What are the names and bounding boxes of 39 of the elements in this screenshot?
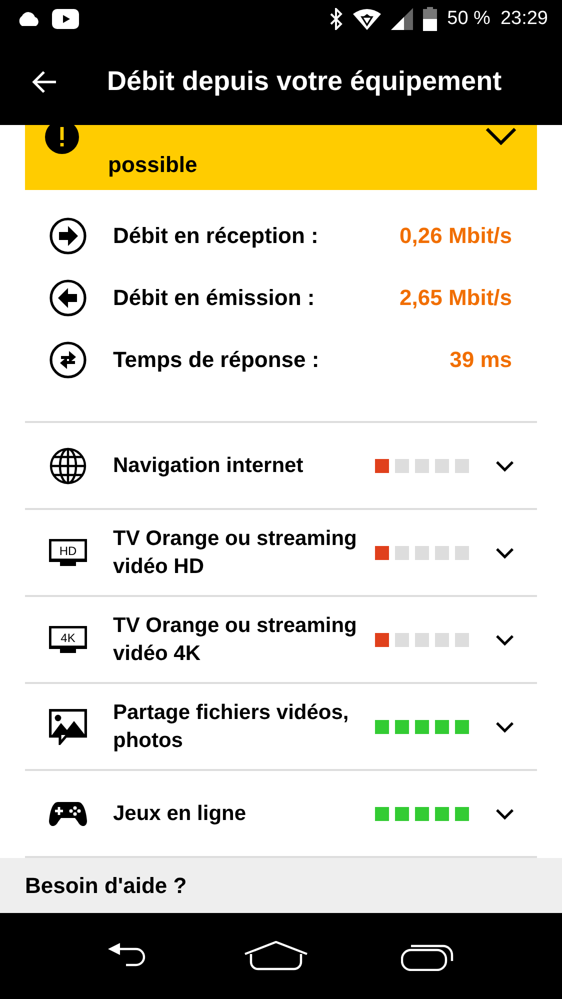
measure-value: 2,65 Mbit/s (400, 285, 512, 311)
back-arrow-icon (31, 70, 57, 94)
image-icon (49, 708, 87, 744)
globe-icon (49, 446, 87, 484)
measure-value: 0,26 Mbit/s (400, 223, 512, 249)
swap-arrows-icon (49, 341, 87, 379)
usage-label: Partage fichiers vidéos, photos (113, 700, 350, 754)
chevron-icon (495, 720, 515, 732)
usage-label: TV Orange ou streaming vidéo HD (113, 526, 358, 580)
battery-level: 50 % (447, 8, 490, 30)
clock: 23:29 (500, 8, 548, 30)
help-title: Besoin d'aide ? (25, 872, 187, 898)
tv-label: HD (59, 544, 77, 558)
measure-label: Débit en émission : (113, 285, 316, 311)
measure-value: 39 ms (450, 347, 512, 373)
usage-row[interactable]: HD TV Orange ou streaming vidéo HD (25, 510, 537, 597)
usage-row[interactable]: Partage fichiers vidéos, photos (25, 684, 537, 771)
chevron-icon (495, 808, 515, 820)
video-icon (52, 9, 79, 29)
screen-title: Débit depuis votre équipement (107, 66, 502, 97)
help-bar[interactable]: Besoin d'aide ? (0, 858, 562, 913)
signal-icon (391, 8, 414, 30)
wifi-icon (353, 8, 382, 30)
bluetooth-icon (329, 8, 344, 30)
usage-label: Jeux en ligne (113, 800, 248, 827)
chevron-icon (495, 546, 515, 558)
gamepad-icon (49, 800, 87, 826)
tv-label: 4K (60, 630, 76, 644)
usage-row[interactable]: Navigation internet (25, 423, 537, 510)
measure-label: Temps de réponse : (113, 347, 320, 373)
measure-label: Débit en réception : (113, 223, 320, 249)
chevron-icon (495, 460, 515, 472)
chevron-icon (495, 634, 515, 646)
home-icon[interactable] (244, 941, 308, 971)
alert-text: possible (108, 152, 198, 178)
usage-label: Navigation internet (113, 452, 304, 479)
usage-label: TV Orange ou streaming vidéo 4K (113, 613, 358, 666)
usage-row[interactable]: 4K TV Orange ou streaming vidéo 4K (25, 597, 537, 684)
battery-icon (423, 7, 438, 31)
